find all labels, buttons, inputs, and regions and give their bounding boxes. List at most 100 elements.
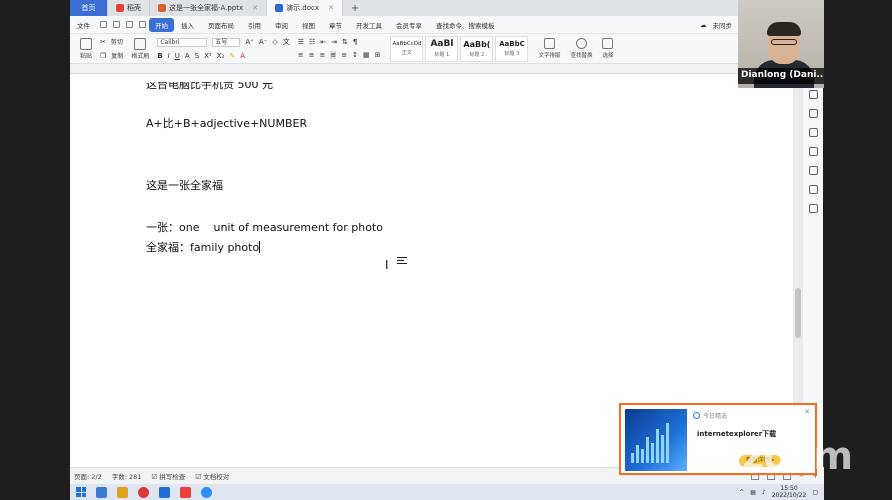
menu-home[interactable]: 开始 xyxy=(149,17,174,32)
numbering-icon[interactable]: ☷ xyxy=(309,38,315,46)
file-explorer-icon[interactable] xyxy=(117,486,128,498)
page-count[interactable]: 页面: 2/2 xyxy=(74,471,102,481)
image-icon[interactable] xyxy=(808,185,818,194)
browser-icon[interactable] xyxy=(138,486,149,498)
style-heading-1[interactable]: AaBl 标题 1 xyxy=(425,35,459,62)
menu-review[interactable]: 审阅 xyxy=(268,20,295,30)
check-icon: ☑ xyxy=(195,473,202,481)
close-icon[interactable]: ✕ xyxy=(328,4,334,12)
align-right-icon[interactable]: ≡ xyxy=(319,51,325,59)
paragraph-icon[interactable] xyxy=(397,257,407,266)
border-icon[interactable]: ⊞ xyxy=(375,51,381,59)
superscript-icon[interactable]: X² xyxy=(204,52,212,60)
undo-icon[interactable] xyxy=(126,21,133,28)
subscript-icon[interactable]: X₂ xyxy=(217,52,225,60)
highlight-icon[interactable]: ✎ xyxy=(229,52,235,60)
doc-line-1: A+比+B+adjective+NUMBER xyxy=(146,117,308,130)
spell-check-label: 拼写检查 xyxy=(159,473,186,481)
pinyin-icon[interactable]: 文 xyxy=(283,37,290,47)
distribute-icon[interactable]: ≡ xyxy=(341,51,347,59)
bold-icon[interactable]: B xyxy=(157,52,162,60)
zoom-app-icon[interactable] xyxy=(201,486,212,498)
left-black-strip xyxy=(0,0,70,484)
font-effect-icon[interactable]: A xyxy=(185,52,190,60)
tab-pptx[interactable]: 这是一张全家福-A.pptx ✕ xyxy=(150,0,268,16)
tab-home[interactable]: 首页 xyxy=(70,0,108,16)
spell-check[interactable]: ☑ 拼写检查 xyxy=(151,471,185,481)
find-replace-button[interactable]: 查找替换 xyxy=(570,38,592,59)
menu-member[interactable]: 会员专享 xyxy=(389,20,429,30)
daoke-icon xyxy=(116,4,124,12)
copy-button[interactable]: ❐ 复制 xyxy=(100,51,123,61)
shrink-font-icon[interactable]: A⁻ xyxy=(259,38,267,46)
scissors-icon: ✂ xyxy=(100,37,106,46)
windows-start-icon[interactable] xyxy=(76,487,86,497)
print-icon[interactable] xyxy=(113,21,120,28)
menu-insert[interactable]: 插入 xyxy=(174,20,201,30)
strikethrough-icon[interactable]: S xyxy=(195,52,199,60)
new-tab-plus-icon[interactable]: + xyxy=(343,0,367,16)
command-search[interactable]: 查找命令、搜索模板 xyxy=(429,20,502,30)
clock-time: 15:50 xyxy=(780,485,798,492)
font-size-select[interactable]: 五号 xyxy=(212,37,241,47)
tab-docx[interactable]: 演示.docx ✕ xyxy=(267,0,343,16)
pointer-icon[interactable] xyxy=(808,109,818,118)
taskbar-app-icon[interactable] xyxy=(96,486,107,498)
scroll-thumb[interactable] xyxy=(795,288,801,338)
menu-view[interactable]: 视图 xyxy=(295,20,322,30)
align-left-icon[interactable]: ≡ xyxy=(298,51,304,59)
font-color-icon[interactable]: A xyxy=(240,52,245,60)
shield-icon[interactable] xyxy=(808,147,818,156)
menu-references[interactable]: 引用 xyxy=(241,20,268,30)
shading-icon[interactable]: ▦ xyxy=(363,51,370,59)
volume-icon[interactable]: ♪ xyxy=(762,489,766,496)
menu-chapter[interactable]: 章节 xyxy=(322,20,349,30)
clear-format-icon[interactable]: ◇ xyxy=(272,38,277,46)
select-button[interactable]: 选择 xyxy=(602,38,613,59)
proofread[interactable]: ☑ 文档校对 xyxy=(195,471,229,481)
paste-button[interactable]: 粘贴 xyxy=(76,37,96,60)
underline-icon[interactable]: U xyxy=(175,52,180,60)
show-marks-icon[interactable]: ¶ xyxy=(353,38,357,46)
clock[interactable]: 15:50 2022/10/22 xyxy=(772,485,807,499)
wps-icon[interactable] xyxy=(180,486,191,498)
style-heading-3[interactable]: AaBbC 标题 3 xyxy=(495,35,529,62)
menu-developer[interactable]: 开发工具 xyxy=(349,20,389,30)
line-spacing-icon[interactable]: ↕ xyxy=(352,51,358,59)
decrease-indent-icon[interactable]: ⇤ xyxy=(320,38,326,46)
notification-icon[interactable]: ▢ xyxy=(812,489,818,496)
ruler[interactable] xyxy=(70,64,738,74)
cut-button[interactable]: ✂ 剪切 xyxy=(100,37,123,47)
close-icon[interactable]: ✕ xyxy=(804,408,810,416)
sync-status[interactable]: 未同步 xyxy=(713,20,733,30)
word-count[interactable]: 字数: 281 xyxy=(112,471,142,481)
justify-icon[interactable]: ≡ xyxy=(330,51,337,59)
format-painter-button[interactable]: 格式刷 xyxy=(127,37,153,60)
settings-icon[interactable] xyxy=(808,128,818,137)
close-icon[interactable]: ✕ xyxy=(252,4,258,12)
font-name-select[interactable]: Calibri xyxy=(157,37,208,47)
network-icon[interactable]: ▤ xyxy=(750,489,756,496)
menu-file[interactable]: 文件 xyxy=(70,20,97,30)
help-icon[interactable] xyxy=(808,166,818,175)
style-normal[interactable]: AaBbCcDd 正文 xyxy=(390,35,424,62)
bullets-icon[interactable]: ☰ xyxy=(298,38,304,46)
doc-line-4: 全家福：family photo xyxy=(146,239,261,255)
menu-page-layout[interactable]: 页面布局 xyxy=(201,20,241,30)
style-heading-2[interactable]: AaBb( 标题 2 xyxy=(460,35,494,62)
increase-indent-icon[interactable]: ⇥ xyxy=(331,38,337,46)
style-heading-2-sample: AaBb( xyxy=(463,39,491,49)
sort-icon[interactable]: ⇅ xyxy=(342,38,348,46)
taskbar-app-icon[interactable] xyxy=(159,486,170,498)
tab-daoke[interactable]: 稻壳 xyxy=(108,0,150,16)
edit-icon[interactable] xyxy=(808,90,818,99)
grow-font-icon[interactable]: A⁺ xyxy=(245,38,253,46)
redo-icon[interactable] xyxy=(139,21,146,28)
italic-icon[interactable]: I xyxy=(168,52,170,60)
align-center-icon[interactable]: ≡ xyxy=(309,51,315,59)
text-layout-button[interactable]: 文字排版 xyxy=(538,38,560,59)
chevron-up-icon[interactable]: ^ xyxy=(739,489,744,496)
save-icon[interactable] xyxy=(100,21,107,28)
panel-icon[interactable] xyxy=(808,204,818,213)
brush-icon xyxy=(134,37,147,50)
